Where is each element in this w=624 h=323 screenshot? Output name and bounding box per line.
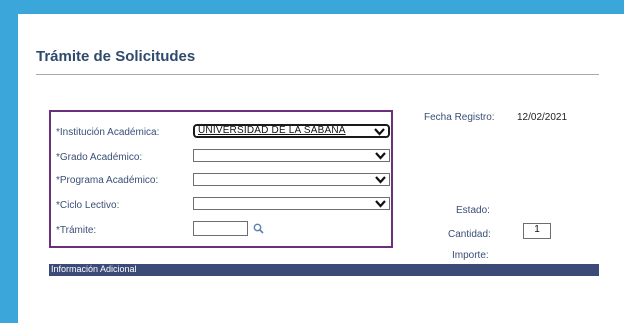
title-divider <box>36 74 599 75</box>
grado-select[interactable] <box>193 149 390 162</box>
chevron-down-icon <box>375 200 386 208</box>
institucion-label: *Institución Académica: <box>56 127 160 138</box>
fecha-registro-label: Fecha Registro: <box>424 112 495 123</box>
informacion-adicional-label: Información Adicional <box>51 264 137 274</box>
ciclo-select[interactable] <box>193 197 390 210</box>
cantidad-input-value: 1 <box>534 224 540 235</box>
chevron-down-icon <box>375 176 386 184</box>
fecha-registro-value: 12/02/2021 <box>517 112 568 123</box>
magnifier-icon[interactable] <box>253 223 264 234</box>
cantidad-label: Cantidad: <box>448 229 491 240</box>
informacion-adicional-header: Información Adicional <box>49 264 599 276</box>
tramite-input[interactable] <box>193 221 248 236</box>
programa-select[interactable] <box>193 173 390 186</box>
importe-label: Importe: <box>452 250 489 261</box>
chevron-down-icon <box>374 128 385 136</box>
ciclo-label: *Ciclo Lectivo: <box>56 200 120 211</box>
cantidad-input[interactable]: 1 <box>523 223 551 239</box>
page-title: Trámite de Solicitudes <box>36 48 196 65</box>
estado-label: Estado: <box>456 205 490 216</box>
chevron-down-icon <box>375 152 386 160</box>
institucion-select-value: UNIVERSIDAD DE LA SABANA <box>198 125 346 136</box>
tramite-label: *Trámite: <box>56 225 97 236</box>
programa-label: *Programa Académico: <box>56 175 159 186</box>
grado-label: *Grado Académico: <box>56 152 143 163</box>
institucion-select[interactable]: UNIVERSIDAD DE LA SABANA <box>193 124 390 138</box>
